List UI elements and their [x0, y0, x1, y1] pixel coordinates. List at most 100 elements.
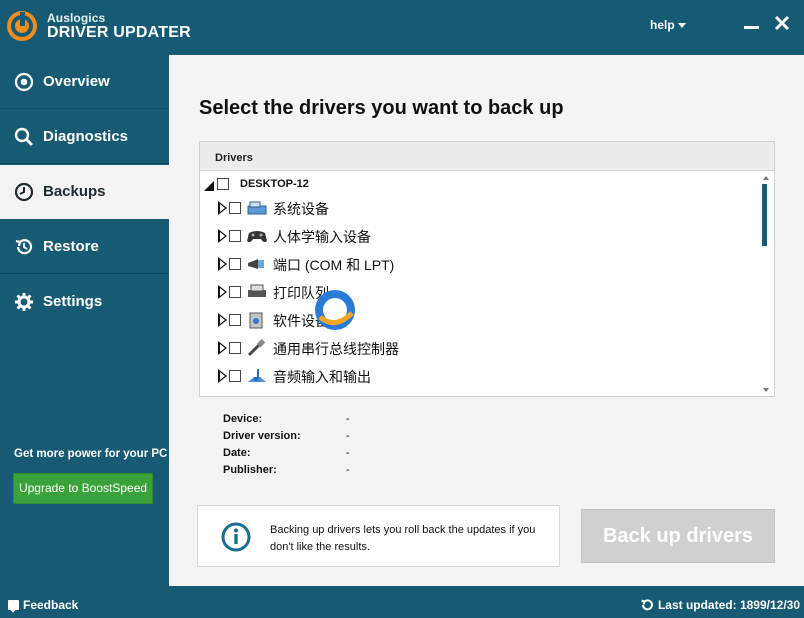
tree-row[interactable]: 通用串行总线控制器: [200, 336, 758, 360]
device-label: 音频输入和输出: [273, 369, 371, 385]
page-title: Select the drivers you want to back up: [199, 97, 564, 119]
detail-value: -: [346, 464, 350, 476]
usb-icon: [246, 339, 268, 357]
search-icon: [14, 127, 34, 147]
tree-root-row[interactable]: DESKTOP-12: [200, 172, 758, 196]
last-updated-text: Last updated: 1899/12/30: [657, 598, 800, 612]
expand-triangle-icon[interactable]: [218, 341, 227, 355]
tree-row[interactable]: 端口 (COM 和 LPT): [200, 252, 758, 276]
minimize-button[interactable]: [744, 15, 760, 31]
drivers-header-label: Drivers: [215, 152, 253, 164]
device-label: 人体学输入设备: [273, 229, 371, 245]
tree-row[interactable]: 人体学输入设备: [200, 224, 758, 248]
sidebar-item-overview[interactable]: Overview: [0, 55, 169, 109]
device-label: 端口 (COM 和 LPT): [273, 257, 395, 273]
device-checkbox[interactable]: [229, 202, 241, 214]
device-checkbox[interactable]: [229, 342, 241, 354]
sidebar-item-restore[interactable]: Restore: [0, 220, 169, 274]
help-menu[interactable]: help: [650, 18, 686, 32]
restore-icon: [14, 237, 34, 257]
expand-triangle-icon[interactable]: [218, 201, 227, 215]
sidebar-item-diagnostics[interactable]: Diagnostics: [0, 110, 169, 164]
detail-value: -: [346, 447, 350, 459]
sidebar-item-label: Restore: [43, 238, 99, 255]
device-label: 软件设备: [273, 313, 329, 329]
detail-key: Driver version:: [223, 430, 301, 442]
root-label: DESKTOP-12: [240, 178, 309, 190]
sidebar-item-label: Diagnostics: [43, 128, 129, 145]
close-icon: [774, 15, 790, 31]
drivers-column-header: Drivers: [200, 142, 774, 171]
auslogics-logo-icon: [6, 10, 38, 42]
upgrade-button[interactable]: Upgrade to BoostSpeed: [13, 473, 153, 504]
software-device-icon: [246, 311, 268, 329]
scrollbar-thumb[interactable]: [762, 184, 767, 246]
feedback-link[interactable]: Feedback: [8, 598, 79, 613]
detail-key: Date:: [223, 447, 251, 459]
info-text: Backing up drivers lets you roll back th…: [270, 524, 536, 553]
tree-row[interactable]: 音频输入和输出: [200, 364, 758, 388]
port-icon: [246, 255, 268, 273]
brand-product: DRIVER UPDATER: [47, 24, 191, 41]
tree-row[interactable]: 打印队列: [200, 280, 758, 304]
tree-scrollbar[interactable]: [759, 172, 774, 396]
app-window: Auslogics DRIVER UPDATER help Overview D…: [0, 0, 804, 618]
main-content: Select the drivers you want to back up D…: [169, 55, 804, 586]
tree-row[interactable]: 软件设备: [200, 308, 758, 332]
detail-value: -: [346, 430, 350, 442]
system-device-icon: [246, 199, 268, 217]
device-checkbox[interactable]: [229, 370, 241, 382]
sidebar-item-backups[interactable]: Backups: [0, 165, 169, 219]
device-label: 打印队列: [273, 285, 329, 301]
help-label: help: [650, 18, 675, 32]
detail-value: -: [346, 413, 350, 425]
expand-triangle-icon[interactable]: [218, 369, 227, 383]
detail-row-device: Device: -: [223, 413, 423, 430]
close-button[interactable]: [773, 14, 791, 32]
expand-triangle-icon[interactable]: [218, 257, 227, 271]
sidebar: Overview Diagnostics Backups Restore Set…: [0, 55, 169, 586]
detail-key: Publisher:: [223, 464, 277, 476]
back-up-drivers-button[interactable]: Back up drivers: [581, 509, 775, 563]
refresh-icon: [640, 598, 654, 612]
target-icon: [14, 72, 34, 92]
detail-row-date: Date: -: [223, 447, 423, 464]
drivers-panel: Drivers DESKTOP-12 系统设备 人体学输入设备 端口 (COM …: [199, 141, 775, 397]
tree-row[interactable]: 系统设备: [200, 196, 758, 220]
gamepad-icon: [246, 227, 268, 245]
device-label: 系统设备: [273, 201, 329, 217]
chevron-down-icon: [677, 23, 686, 29]
info-box: Backing up drivers lets you roll back th…: [197, 505, 560, 567]
device-checkbox[interactable]: [229, 258, 241, 270]
sidebar-item-label: Overview: [43, 73, 110, 90]
detail-row-publisher: Publisher: -: [223, 464, 423, 481]
scroll-down-icon[interactable]: [763, 388, 769, 392]
device-checkbox[interactable]: [229, 230, 241, 242]
title-bar: Auslogics DRIVER UPDATER help: [0, 0, 804, 55]
device-checkbox[interactable]: [229, 314, 241, 326]
root-checkbox[interactable]: [217, 178, 229, 190]
expanded-triangle-icon[interactable]: [204, 178, 214, 191]
info-icon: [221, 522, 251, 552]
expand-triangle-icon[interactable]: [218, 285, 227, 299]
device-checkbox[interactable]: [229, 286, 241, 298]
expand-triangle-icon[interactable]: [218, 313, 227, 327]
sidebar-item-label: Backups: [43, 183, 106, 200]
gear-icon: [14, 292, 34, 312]
brand-company: Auslogics: [47, 11, 106, 25]
promo-text: Get more power for your PC: [14, 448, 168, 460]
clock-icon: [14, 182, 34, 202]
sidebar-item-label: Settings: [43, 293, 103, 310]
detail-row-driver-version: Driver version: -: [223, 430, 423, 447]
feedback-icon: [8, 600, 19, 613]
sidebar-item-settings[interactable]: Settings: [0, 275, 169, 329]
audio-icon: [246, 367, 268, 385]
printer-icon: [246, 283, 268, 301]
device-label: 通用串行总线控制器: [273, 341, 399, 357]
feedback-label: Feedback: [23, 598, 79, 612]
scroll-up-icon[interactable]: [763, 176, 769, 180]
footer-bar: Feedback Last updated: 1899/12/30: [0, 586, 804, 618]
expand-triangle-icon[interactable]: [218, 229, 227, 243]
driver-tree: DESKTOP-12 系统设备 人体学输入设备 端口 (COM 和 LPT) 打…: [200, 172, 758, 396]
detail-key: Device:: [223, 413, 263, 425]
